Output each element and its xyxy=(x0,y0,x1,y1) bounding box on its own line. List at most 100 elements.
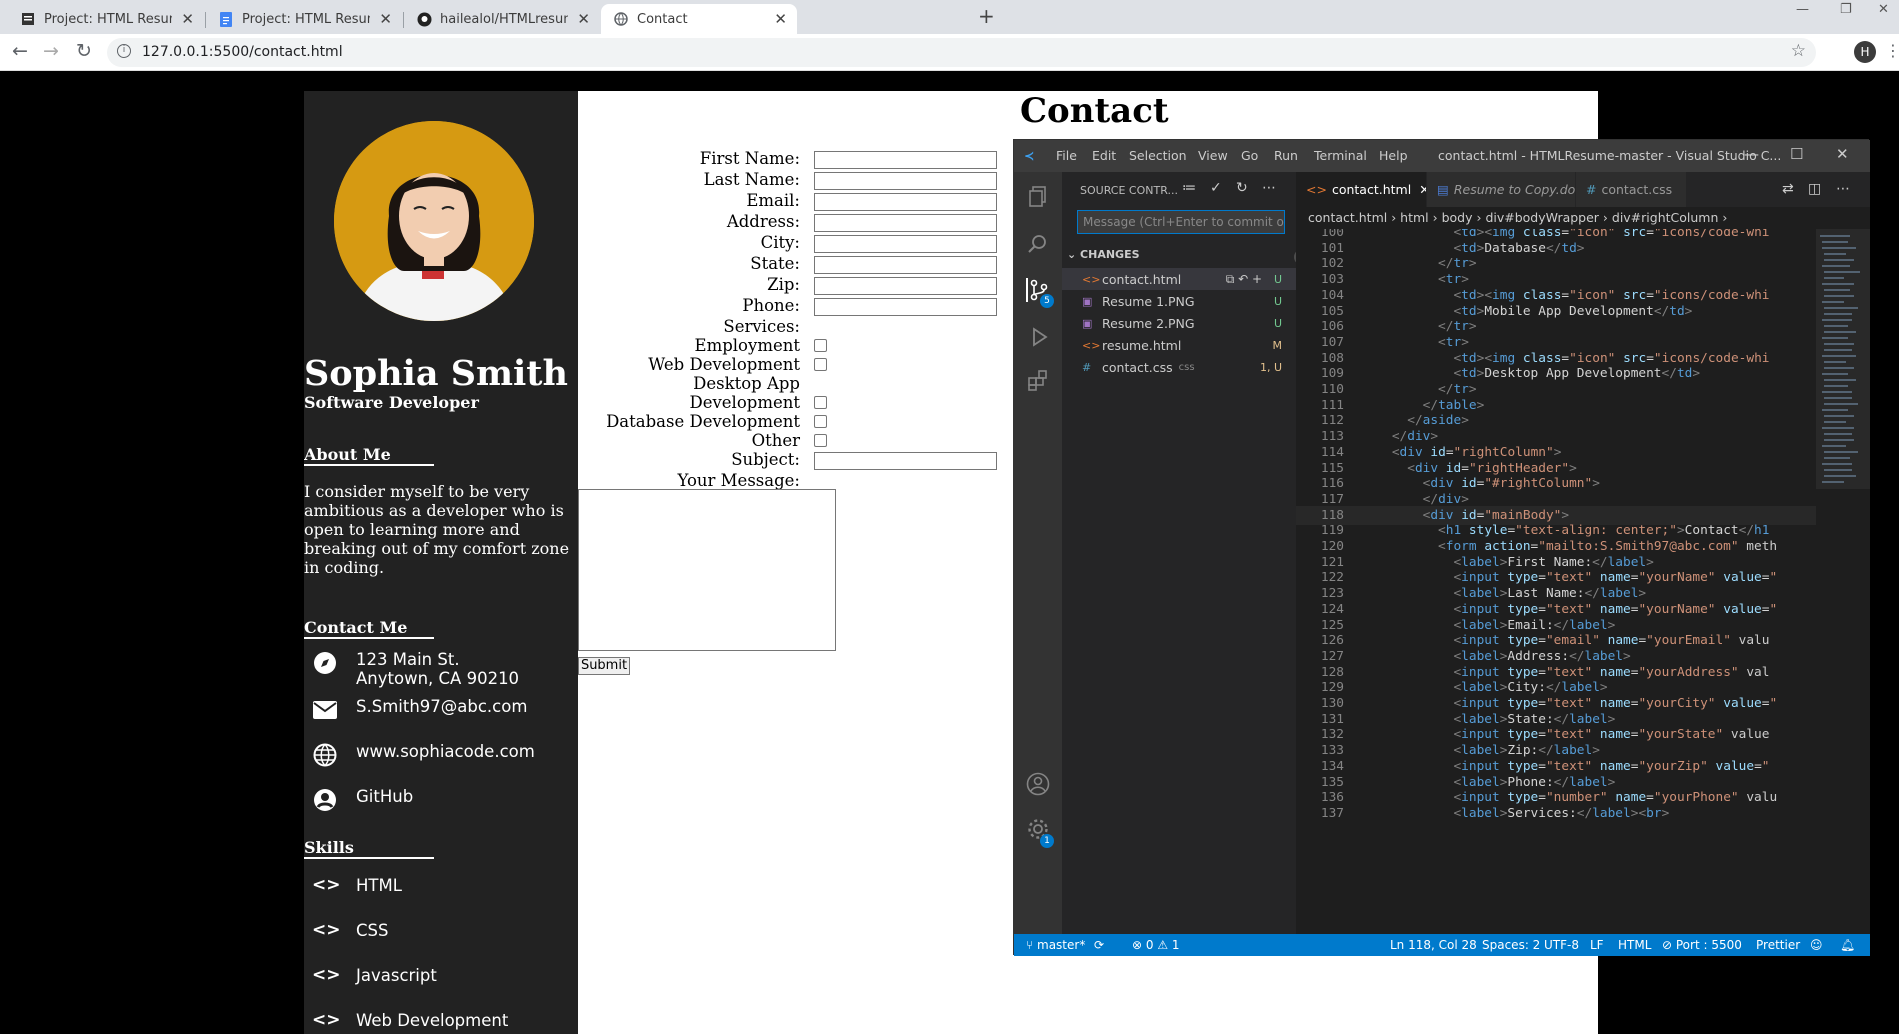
address-input[interactable] xyxy=(814,214,997,232)
zip-input[interactable] xyxy=(814,277,997,295)
reload-icon[interactable]: ↻ xyxy=(76,40,92,62)
new-tab-button[interactable]: + xyxy=(978,4,995,28)
editor-tab-docx[interactable]: ▤ Resume to Copy.docx xyxy=(1427,172,1575,207)
editor-tabs: <> contact.html ✕ ▤ Resume to Copy.docx # co… xyxy=(1296,172,1870,207)
menu-view[interactable]: View xyxy=(1198,148,1228,163)
omnibox[interactable]: i 127.0.0.1:5500/contact.html ☆ xyxy=(107,38,1816,67)
chevron-down-icon: ⌄ xyxy=(1067,248,1081,261)
code-line[interactable]: 137 <label>Services:</label><br> xyxy=(1296,804,1870,823)
browser-tab-3[interactable]: hailealol/HTMLresume ✕ xyxy=(404,4,600,34)
browser-tab-1[interactable]: Project: HTML Resume - Contact ✕ xyxy=(8,4,204,34)
skill-item: <> HTML xyxy=(312,875,402,895)
refresh-icon[interactable]: ↻ xyxy=(1236,180,1248,196)
scm-file-item[interactable]: # contact.css css 1, U xyxy=(1062,356,1296,378)
extensions-icon[interactable] xyxy=(1026,368,1050,392)
account-icon[interactable] xyxy=(1026,772,1050,796)
message-textarea[interactable] xyxy=(578,489,836,651)
menu-terminal[interactable]: Terminal xyxy=(1314,148,1367,163)
split-editor-icon[interactable]: ◫ xyxy=(1808,181,1821,197)
url-text[interactable]: 127.0.0.1:5500/contact.html xyxy=(142,44,343,60)
forward-arrow-icon[interactable]: → xyxy=(43,40,59,62)
database-checkbox[interactable] xyxy=(814,415,827,428)
menu-selection[interactable]: Selection xyxy=(1129,148,1187,163)
editor-tab-contact-css[interactable]: # contact.css xyxy=(1576,172,1686,207)
submit-button[interactable]: Submit xyxy=(578,657,630,675)
notifications-bell-icon[interactable]: 🔔︎ xyxy=(1840,938,1855,952)
first-name-input[interactable] xyxy=(814,151,997,169)
close-window-button[interactable]: ✕ xyxy=(1878,2,1889,17)
scm-file-item[interactable]: ▣ Resume 2.PNG U xyxy=(1062,312,1296,334)
menu-help[interactable]: Help xyxy=(1379,148,1408,163)
close-window-button[interactable]: ✕ xyxy=(1836,145,1849,163)
close-icon[interactable]: ✕ xyxy=(774,10,787,28)
close-icon[interactable]: ✕ xyxy=(379,10,392,28)
scm-file-item[interactable]: ▣ Resume 1.PNG U xyxy=(1062,290,1296,312)
minimap[interactable] xyxy=(1816,229,1870,934)
more-actions-icon[interactable]: ⋯ xyxy=(1262,180,1276,196)
website-link[interactable]: www.sophiacode.com xyxy=(356,742,535,761)
file-actions-icons[interactable]: ⧉ ↶ + xyxy=(1226,272,1262,287)
profile-avatar[interactable]: H xyxy=(1854,41,1876,63)
email-input[interactable] xyxy=(814,193,997,211)
browser-tab-4[interactable]: Contact ✕ xyxy=(601,4,797,34)
minimize-button[interactable]: — xyxy=(1796,2,1809,17)
code-view[interactable]: 100 <td><img class="icon" src="icons/cod… xyxy=(1296,229,1870,934)
last-name-input[interactable] xyxy=(814,172,997,190)
feedback-icon[interactable]: ☺ xyxy=(1810,938,1823,952)
contact-email[interactable]: S.Smith97@abc.com xyxy=(312,697,527,723)
changes-header[interactable]: ⌄ CHANGES xyxy=(1067,248,1140,261)
close-icon[interactable]: ✕ xyxy=(181,10,194,28)
line-ending[interactable]: LF xyxy=(1590,938,1604,952)
commit-check-icon[interactable]: ✓ xyxy=(1210,180,1222,196)
problems-status[interactable]: ⊗ 0 ⚠ 1 xyxy=(1132,938,1180,952)
sync-icon[interactable]: ⟳ xyxy=(1094,938,1104,952)
branch-status[interactable]: ⑂ master* xyxy=(1026,938,1085,952)
breadcrumb[interactable]: contact.html › html › body › div#bodyWra… xyxy=(1296,207,1870,229)
code-text: <label>Services:</label><br> xyxy=(1453,805,1670,821)
encoding[interactable]: UTF-8 xyxy=(1544,938,1579,952)
state-input[interactable] xyxy=(814,256,997,274)
restore-button[interactable]: ❐ xyxy=(1840,2,1852,17)
city-input[interactable] xyxy=(814,235,997,253)
close-icon[interactable]: ✕ xyxy=(1419,182,1426,197)
document-icon xyxy=(20,11,36,27)
info-icon[interactable]: i xyxy=(117,44,131,58)
editor-tab-contact-html[interactable]: <> contact.html ✕ xyxy=(1296,172,1426,207)
employment-checkbox[interactable] xyxy=(814,339,827,352)
back-arrow-icon[interactable]: ← xyxy=(12,40,28,62)
language-mode[interactable]: HTML xyxy=(1618,938,1651,952)
run-debug-icon[interactable] xyxy=(1026,324,1050,348)
menu-file[interactable]: File xyxy=(1056,148,1077,163)
scm-file-item[interactable]: <> contact.html ⧉ ↶ + U xyxy=(1062,268,1296,290)
minimize-button[interactable]: — xyxy=(1744,145,1759,163)
webdev-checkbox[interactable] xyxy=(814,358,827,371)
formatter[interactable]: Prettier xyxy=(1756,938,1800,952)
menu-run[interactable]: Run xyxy=(1274,148,1298,163)
menu-go[interactable]: Go xyxy=(1241,148,1258,163)
commit-message-input[interactable]: Message (Ctrl+Enter to commit on '... xyxy=(1077,210,1285,234)
browser-tab-2[interactable]: Project: HTML Resume - Google ✕ xyxy=(206,4,402,34)
more-menu-icon[interactable]: ⋮ xyxy=(1885,41,1899,60)
subject-input[interactable] xyxy=(814,452,997,470)
more-actions-icon[interactable]: ⋯ xyxy=(1836,181,1850,197)
menu-edit[interactable]: Edit xyxy=(1092,148,1116,163)
desktop-checkbox[interactable] xyxy=(814,396,827,409)
maximize-button[interactable]: ☐ xyxy=(1790,145,1803,163)
css-file-icon: # xyxy=(1082,360,1092,374)
cursor-position[interactable]: Ln 118, Col 28 xyxy=(1390,938,1477,952)
other-checkbox[interactable] xyxy=(814,434,827,447)
search-icon[interactable] xyxy=(1026,232,1050,256)
bookmark-star-icon[interactable]: ☆ xyxy=(1791,41,1806,61)
indentation[interactable]: Spaces: 2 xyxy=(1482,938,1540,952)
explorer-files-icon[interactable] xyxy=(1026,184,1050,208)
compare-changes-icon[interactable]: ⇄ xyxy=(1782,181,1794,197)
live-server-port[interactable]: ⊘ Port : 5500 xyxy=(1662,938,1742,952)
close-icon[interactable]: ✕ xyxy=(577,10,590,28)
contact-github[interactable]: GitHub xyxy=(312,787,413,813)
contact-website[interactable]: www.sophiacode.com xyxy=(312,742,535,768)
scm-file-item[interactable]: <> resume.html M xyxy=(1062,334,1296,356)
email-link[interactable]: S.Smith97@abc.com xyxy=(356,697,527,716)
list-icon[interactable]: ≔ xyxy=(1182,180,1196,196)
github-link[interactable]: GitHub xyxy=(356,787,413,806)
phone-input[interactable] xyxy=(814,298,997,316)
